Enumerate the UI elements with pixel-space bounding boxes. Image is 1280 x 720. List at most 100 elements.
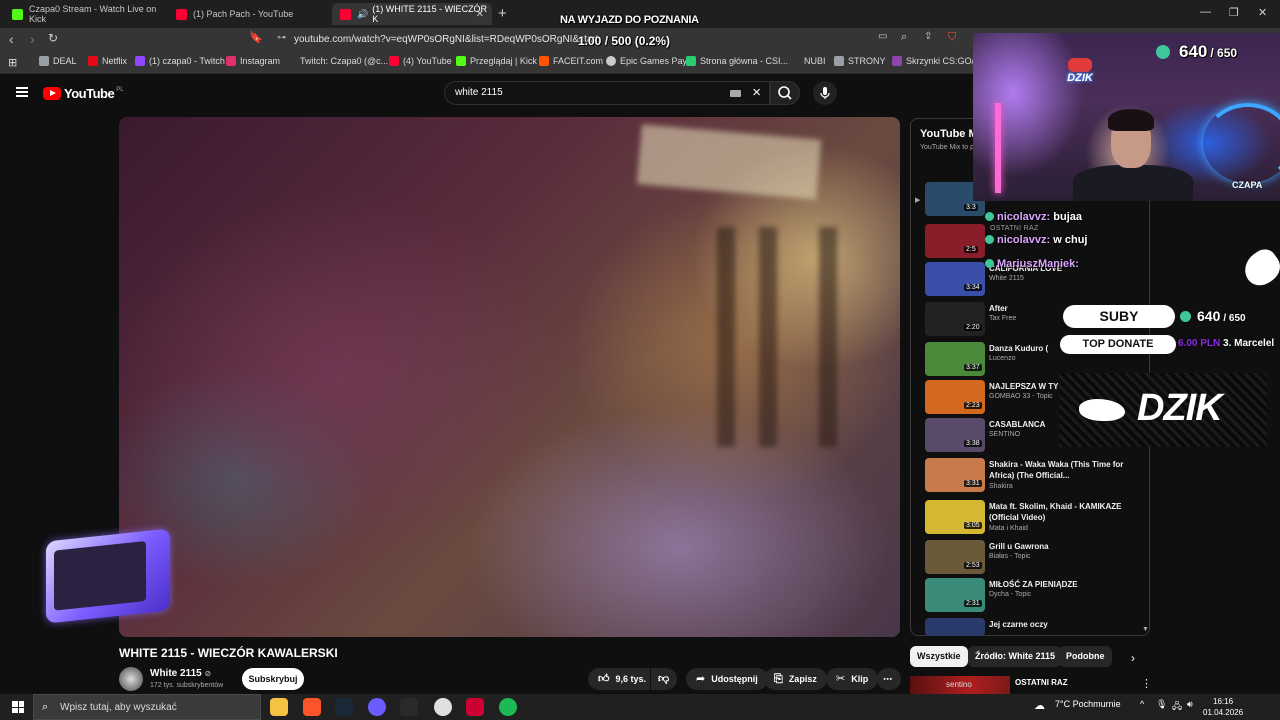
windows-taskbar: ⌕ Wpisz tutaj, aby wyszukać ☁ 7°C Pochmu… [0, 694, 1280, 720]
youtube-play-icon [43, 87, 61, 100]
steam-icon[interactable] [335, 698, 353, 716]
more-options-icon[interactable]: ⋮ [1141, 677, 1152, 690]
bookmark-item[interactable]: STRONY [834, 56, 886, 66]
channel-subscriber-count: 172 tys. subskrybentów [150, 682, 224, 689]
mix-title[interactable]: YouTube M [920, 128, 978, 140]
tab-youtube-pach[interactable]: (1) Pach Pach - YouTube [168, 3, 328, 25]
playlist-item[interactable]: 3:31 Shakira - Waka Waka (This Time for A… [925, 458, 1145, 494]
chat-badge-icon [985, 235, 994, 244]
bookmark-item[interactable]: (4) YouTube [389, 56, 452, 66]
windows-start-icon[interactable] [12, 701, 24, 713]
bookmark-item[interactable]: (1) czapa0 - Twitch [135, 56, 225, 66]
playlist-item[interactable]: 2:53 Grill u Gawrona Białas - Topic [925, 540, 1145, 576]
bookmark-item[interactable]: DEAL [39, 56, 77, 66]
bookmark-item[interactable]: Epic Games Pay [606, 56, 687, 66]
chevron-down-icon[interactable]: ▼ [1142, 626, 1149, 633]
tray-expand-icon[interactable]: ^ [1140, 699, 1144, 709]
boar-icon [1068, 58, 1092, 72]
channel-avatar[interactable] [119, 667, 143, 691]
epic-games-icon[interactable] [400, 698, 418, 716]
taskbar-search-input[interactable]: ⌕ Wpisz tutaj, aby wyszukać [33, 694, 261, 720]
volume-icon[interactable]: 🔊︎ [1187, 699, 1193, 710]
bookmark-item[interactable]: NUBI [790, 56, 826, 66]
keyboard-icon[interactable] [730, 90, 741, 97]
youtube-logo[interactable]: YouTube PL [43, 86, 124, 101]
twitch-icon [135, 56, 145, 66]
playlist-item[interactable]: 2:31 MIŁOŚĆ ZA PIENIĄDZE Dycha - Topic [925, 578, 1145, 614]
restore-button[interactable]: ❐ [1229, 6, 1239, 19]
tab-title: (1) WHITE 2115 - WIECZÓR K [372, 4, 488, 24]
chip-source[interactable]: Źródło: White 2115 [968, 646, 1063, 667]
search-button[interactable] [770, 81, 800, 105]
more-actions-button[interactable]: ⋯ [877, 668, 901, 690]
spotify-icon[interactable] [499, 698, 517, 716]
playlist-item-channel: GOMBAO 33 - Topic [989, 393, 1053, 400]
bookmark-item[interactable]: Instagram [226, 56, 280, 66]
apps-grid-icon[interactable]: ⊞ [8, 56, 17, 69]
subscribe-button[interactable]: Subskrybuj [242, 668, 304, 690]
close-window-button[interactable]: ✕ [1258, 6, 1267, 19]
stream-goal-progress: 1.00 / 500 (0.2%) [578, 34, 671, 48]
video-player[interactable] [119, 117, 900, 637]
playlist-item-channel: White 2115 [989, 275, 1024, 282]
bookmark-item[interactable]: Netflix [88, 56, 127, 66]
app-icon[interactable] [466, 698, 484, 716]
forward-icon[interactable]: › [30, 31, 35, 47]
chat-message: MariuszManiek: [985, 258, 1079, 270]
save-button[interactable]: ⎘ Zapisz [764, 668, 827, 690]
back-icon[interactable]: ‹ [9, 31, 14, 47]
duration-badge: 2:53 [964, 562, 982, 569]
chip-similar[interactable]: Podobne [1059, 646, 1112, 667]
playlist-item-channel: Tax Free [989, 315, 1017, 322]
menu-icon[interactable] [16, 87, 28, 97]
search-input[interactable]: white 2115 × [444, 81, 770, 105]
share-button[interactable]: ➦ Udostępnij [686, 668, 768, 690]
network-icon[interactable]: 🖧 [1172, 699, 1182, 715]
playlist-item-title: MIŁOŚĆ ZA PIENIĄDZE [989, 580, 1078, 589]
playlist-thumbnail[interactable] [925, 618, 985, 636]
microphone-icon[interactable]: 🎙︎ [1156, 699, 1167, 710]
streamer-body [1073, 165, 1193, 201]
obs-icon[interactable] [434, 698, 452, 716]
bookmark-icon[interactable]: 🔖 [249, 31, 263, 44]
channel-name[interactable]: White 2115 ⊘ [150, 668, 211, 679]
reload-icon[interactable]: ↻ [48, 31, 58, 45]
tab-kick[interactable]: Czapa0 Stream - Watch Live on Kick [4, 3, 164, 25]
zoom-icon[interactable]: ⌕ [901, 31, 907, 44]
chip-all[interactable]: Wszystkie [910, 646, 968, 667]
clip-button[interactable]: ✂ Klip [826, 668, 879, 690]
weather-text[interactable]: 7°C Pochmurnie [1055, 699, 1121, 709]
system-clock[interactable]: 16:16 01.04.2026 [1203, 696, 1243, 718]
minimize-button[interactable]: — [1200, 6, 1211, 18]
recommended-title[interactable]: OSTATNI RAZ [1015, 678, 1068, 687]
case-icon [892, 56, 902, 66]
file-explorer-icon[interactable] [270, 698, 288, 716]
playlist-item[interactable]: 3:05 Mata ft. Skolim, Khaid - KAMIKAZE (O… [925, 500, 1145, 536]
video-frame-detail [717, 227, 735, 447]
bookmark-item[interactable]: FACEIT.com [539, 56, 603, 66]
dislike-button[interactable]: 👎︎ [651, 668, 677, 690]
streamer-hair [1108, 109, 1154, 131]
search-icon [778, 86, 792, 100]
tab-youtube-active[interactable]: 🔊 (1) WHITE 2115 - WIECZÓR K ✕ [332, 3, 492, 25]
brave-shield-icon[interactable]: ⛉ [948, 31, 956, 44]
bookmark-item[interactable]: Przeglądaj | Kick [456, 56, 537, 66]
cast-icon[interactable]: ▭ [878, 31, 887, 42]
new-tab-button[interactable]: + [498, 5, 507, 22]
voice-search-button[interactable] [813, 81, 837, 105]
weather-icon[interactable]: ☁ [1034, 699, 1045, 712]
stream-goal-title: NA WYJAZD DO POZNANIA [560, 14, 699, 26]
chat-message: nicolavvz: w chuj [985, 234, 1087, 246]
close-tab-icon[interactable]: ✕ [476, 9, 484, 20]
chip-scroll-right-icon[interactable]: › [1131, 651, 1135, 665]
bookmark-item[interactable]: Strona główna - CSI... [686, 56, 788, 66]
bookmark-item[interactable]: Twitch: Czapa0 (@c... [286, 56, 388, 66]
like-button[interactable]: 👍︎ 9,6 tys. [588, 668, 650, 690]
discord-icon[interactable] [368, 698, 386, 716]
share-icon[interactable]: ⇪ [924, 31, 932, 42]
skin-case-overlay [46, 528, 170, 624]
brave-browser-icon[interactable] [303, 698, 321, 716]
playlist-item[interactable]: Jej czarne oczy [925, 618, 1145, 636]
now-playing-icon: ▶ [915, 197, 921, 204]
clear-search-icon[interactable]: × [752, 84, 761, 101]
